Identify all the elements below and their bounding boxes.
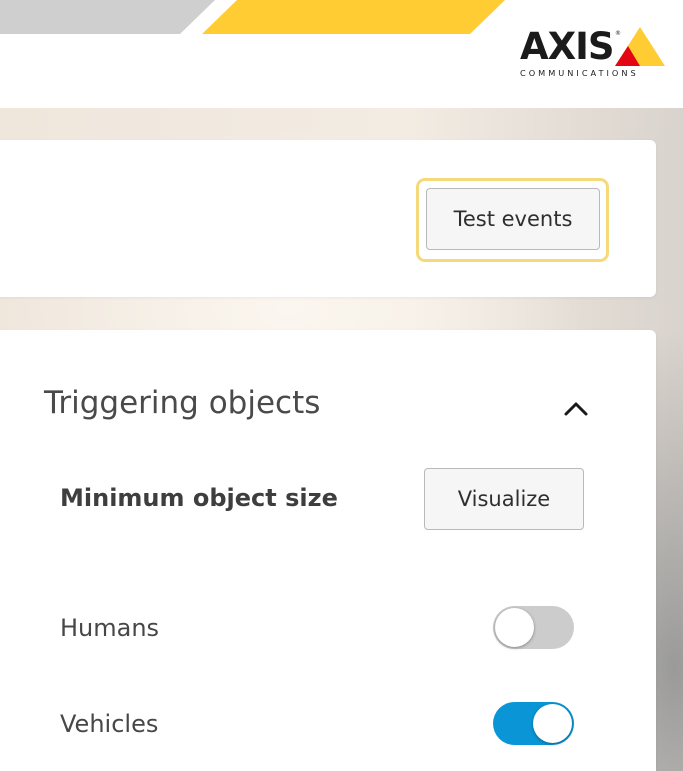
section-title: Triggering objects	[44, 385, 321, 421]
vehicles-label: Vehicles	[60, 710, 159, 738]
test-events-button[interactable]: Test events	[426, 188, 600, 250]
logo-registered-mark: ®	[615, 30, 621, 37]
app-header: AXIS ® COMMUNICATIONS	[0, 0, 683, 108]
visualize-button[interactable]: Visualize	[424, 468, 584, 530]
minimum-object-size-label: Minimum object size	[60, 484, 338, 512]
axis-logo: AXIS ® COMMUNICATIONS	[518, 24, 668, 80]
toggle-knob	[495, 608, 534, 647]
vehicles-toggle[interactable]	[493, 702, 574, 745]
visualize-button-label: Visualize	[457, 487, 551, 511]
logo-wordmark: AXIS	[520, 25, 615, 68]
logo-subtitle: COMMUNICATIONS	[520, 68, 639, 78]
toggle-knob	[533, 704, 572, 743]
humans-toggle[interactable]	[493, 606, 574, 649]
humans-label: Humans	[60, 614, 160, 642]
test-events-button-label: Test events	[453, 207, 573, 231]
chevron-up-icon[interactable]	[560, 393, 592, 425]
